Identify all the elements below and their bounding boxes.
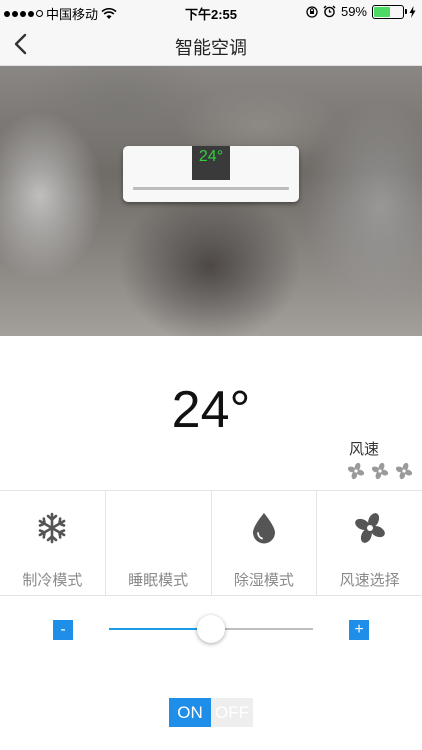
mode-label: 睡眠模式 bbox=[128, 572, 189, 589]
mode-label: 除湿模式 bbox=[233, 572, 294, 589]
ac-display: 24° bbox=[192, 146, 230, 180]
temperature-slider[interactable] bbox=[109, 615, 313, 643]
status-right: 59% bbox=[306, 4, 416, 19]
increase-button[interactable]: + bbox=[349, 620, 369, 640]
moon-icon bbox=[149, 514, 164, 542]
power-on-button[interactable]: ON bbox=[169, 698, 211, 727]
slider-fill bbox=[109, 628, 211, 630]
battery-icon bbox=[372, 4, 407, 19]
slider-thumb[interactable] bbox=[197, 615, 225, 643]
page-title: 智能空调 bbox=[175, 38, 247, 58]
fan-speed-button[interactable]: 风速选择 bbox=[317, 491, 422, 595]
wind-speed-indicator bbox=[347, 462, 413, 480]
nav-bar: 智能空调 bbox=[0, 24, 422, 66]
mode-grid: 制冷模式 睡眠模式 除湿模式 风速选择 bbox=[0, 490, 422, 596]
orientation-lock-icon bbox=[306, 5, 318, 18]
alarm-icon bbox=[323, 5, 336, 18]
water-drop-icon bbox=[252, 513, 275, 544]
air-conditioner-image: 24° bbox=[123, 146, 299, 202]
charging-icon bbox=[409, 5, 416, 18]
room-background-image: 24° bbox=[0, 66, 422, 336]
decrease-button[interactable]: - bbox=[53, 620, 73, 640]
power-toggle[interactable]: ON OFF bbox=[169, 698, 253, 727]
snowflake-icon bbox=[38, 512, 66, 544]
ac-vent bbox=[133, 187, 289, 190]
cooling-mode-button[interactable]: 制冷模式 bbox=[0, 491, 106, 595]
mode-label: 制冷模式 bbox=[22, 572, 83, 589]
fan-icon bbox=[347, 462, 365, 480]
battery-fill bbox=[374, 6, 390, 17]
mode-label: 风速选择 bbox=[339, 572, 400, 589]
sleep-mode-button[interactable]: 睡眠模式 bbox=[106, 491, 212, 595]
dehumidify-mode-button[interactable]: 除湿模式 bbox=[212, 491, 318, 595]
status-bar: 中国移动 下午2:55 59% bbox=[0, 0, 422, 24]
fan-icon bbox=[371, 462, 389, 480]
temperature-readout: 24° bbox=[171, 381, 251, 439]
wind-speed-label: 风速 bbox=[349, 441, 380, 458]
power-off-button[interactable]: OFF bbox=[211, 698, 253, 727]
fan-icon bbox=[395, 462, 413, 480]
fan-icon bbox=[354, 513, 385, 543]
battery-percent: 59% bbox=[340, 4, 367, 19]
